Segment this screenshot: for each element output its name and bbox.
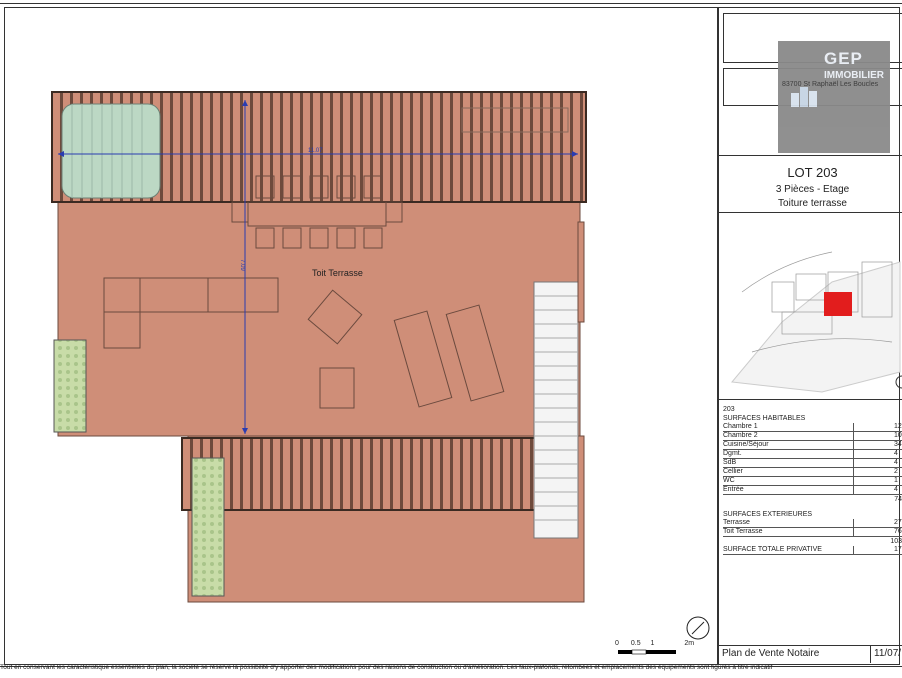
jacuzzi	[61, 103, 161, 199]
scale-2: 2m	[684, 640, 695, 647]
location-map	[731, 251, 902, 393]
logo-line2: IMMOBILIER	[824, 70, 884, 81]
staircase	[533, 281, 579, 539]
lot-pieces: 3 Pièces - Etage	[775, 184, 850, 195]
table-row: Terrasse 27	[723, 519, 902, 528]
exterieures-total: 103	[890, 538, 902, 545]
dimension-label-horizontal: 11.07	[308, 148, 323, 154]
exterieures-title: SURFACES EXTERIEURES	[723, 511, 813, 518]
building-icon	[791, 87, 817, 107]
lot-title: LOT 203	[787, 165, 838, 180]
table-row: Chambre 2 10	[723, 432, 902, 441]
table-row: Chambre 1 12	[723, 423, 902, 432]
disclaimer: Tout en conservant les caractéristique e…	[0, 664, 773, 671]
lot-number: 203	[723, 406, 735, 413]
surfaces-table: 203 SURFACES HABITABLES Chambre 1 12 Cham…	[723, 405, 902, 555]
table-row: WC 1	[723, 477, 902, 486]
table-row: Cuisine/Séjour 34	[723, 441, 902, 450]
pergola-bottom	[181, 437, 537, 511]
address-text: 83700 St Raphaël Les Boucles	[782, 81, 879, 88]
scale-labels: 0 0.5 1 2m	[615, 640, 694, 647]
logo-line1: GEP	[824, 49, 863, 68]
plan-type-label: Plan de Vente Notaire	[722, 648, 820, 659]
table-row: Toit Terrasse 76	[723, 528, 902, 537]
divider	[719, 399, 902, 400]
company-logo: GEP IMMOBILIER 83700 St Raphaël Les Bouc…	[778, 41, 890, 153]
table-row: Entrée 4	[723, 486, 902, 495]
planter-lower	[191, 457, 225, 597]
room-label: Toit Terrasse	[312, 268, 363, 278]
dimension-label-vertical: 7.09	[238, 259, 245, 271]
divider	[719, 155, 902, 156]
plan-date: 11/07/	[874, 648, 902, 659]
table-row: SdB 4	[723, 459, 902, 468]
table-row: Cellier 2	[723, 468, 902, 477]
lot-highlight	[824, 292, 852, 316]
scale-1: 1	[650, 640, 655, 647]
table-row-total: SURFACE TOTALE PRIVATIVE178	[723, 546, 902, 555]
table-row: Dgmt. 4	[723, 450, 902, 459]
scale-bar	[618, 649, 676, 655]
scale-05: 0.5	[630, 640, 641, 647]
terrace-floor	[57, 199, 581, 437]
scale-0: 0	[615, 640, 619, 647]
lot-niveau: Toiture terrasse	[778, 198, 847, 209]
habitables-title: SURFACES HABITABLES	[723, 415, 806, 422]
footer-separator	[870, 645, 871, 663]
habitables-total: 74	[894, 496, 902, 503]
planter-left	[53, 339, 87, 433]
floor-plan	[51, 91, 710, 655]
north-arrow-icon	[686, 616, 710, 640]
divider	[719, 212, 902, 213]
